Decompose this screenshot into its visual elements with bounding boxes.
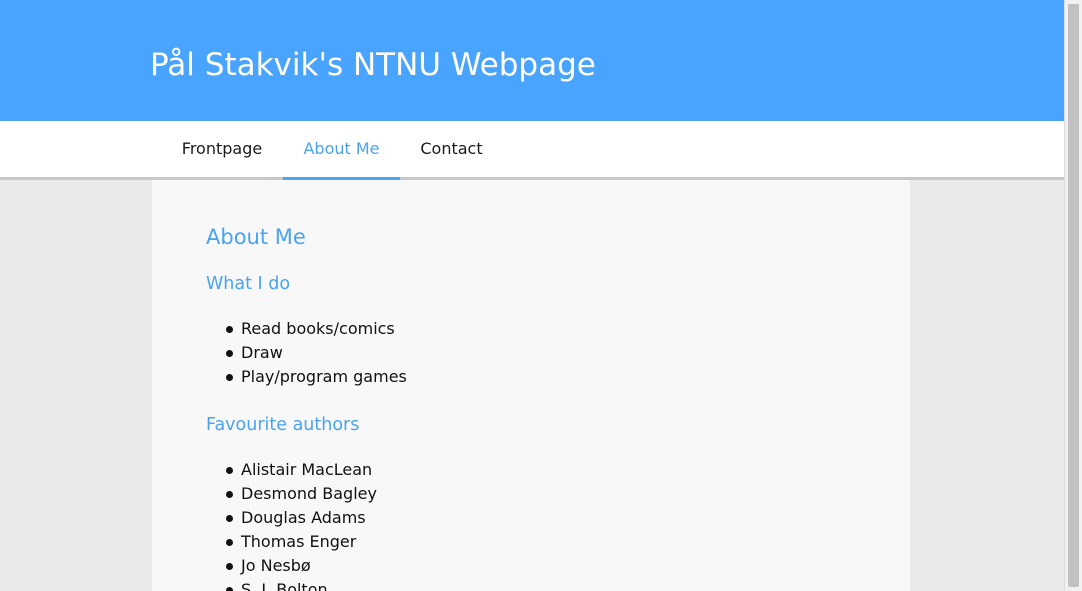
page-heading: About Me [206,225,306,249]
page: Pål Stakvik's NTNU Webpage Frontpage Abo… [0,0,1064,591]
favourite-authors-list: Alistair MacLean Desmond Bagley Douglas … [206,458,377,591]
list-item: S. J. Bolton [206,578,377,591]
vertical-scrollbar[interactable] [1064,0,1082,591]
list-item: Draw [206,341,407,365]
list-item: Desmond Bagley [206,482,377,506]
bullet-icon [226,467,233,474]
nav-item-frontpage[interactable]: Frontpage [162,121,282,177]
list-item: Play/program games [206,365,407,389]
bullet-icon [226,350,233,357]
site-header: Pål Stakvik's NTNU Webpage [0,0,1064,121]
bullet-icon [226,326,233,333]
section-title-favourite-authors: Favourite authors [206,415,360,435]
list-item: Jo Nesbø [206,554,377,578]
list-item: Douglas Adams [206,506,377,530]
list-item-text: Play/program games [241,367,407,386]
list-item: Thomas Enger [206,530,377,554]
list-item-text: S. J. Bolton [241,580,328,591]
list-item-text: Thomas Enger [241,532,357,551]
list-item-text: Alistair MacLean [241,460,373,479]
nav-item-about-me[interactable]: About Me [283,121,400,180]
bullet-icon [226,587,233,591]
list-item-text: Desmond Bagley [241,484,377,503]
nav-bar: Frontpage About Me Contact [0,121,1064,180]
bullet-icon [226,563,233,570]
bullet-icon [226,491,233,498]
nav-item-contact[interactable]: Contact [401,121,502,177]
list-item-text: Douglas Adams [241,508,366,527]
list-item-text: Draw [241,343,283,362]
list-item: Read books/comics [206,317,407,341]
scrollbar-thumb[interactable] [1068,4,1079,587]
list-item: Alistair MacLean [206,458,377,482]
bullet-icon [226,539,233,546]
section-title-what-i-do: What I do [206,274,291,294]
site-title: Pål Stakvik's NTNU Webpage [150,47,596,83]
list-item-text: Read books/comics [241,319,395,338]
bullet-icon [226,515,233,522]
what-i-do-list: Read books/comics Draw Play/program game… [206,317,407,389]
bullet-icon [226,374,233,381]
list-item-text: Jo Nesbø [241,556,311,575]
main-content: About Me What I do Read books/comics Dra… [152,180,910,591]
